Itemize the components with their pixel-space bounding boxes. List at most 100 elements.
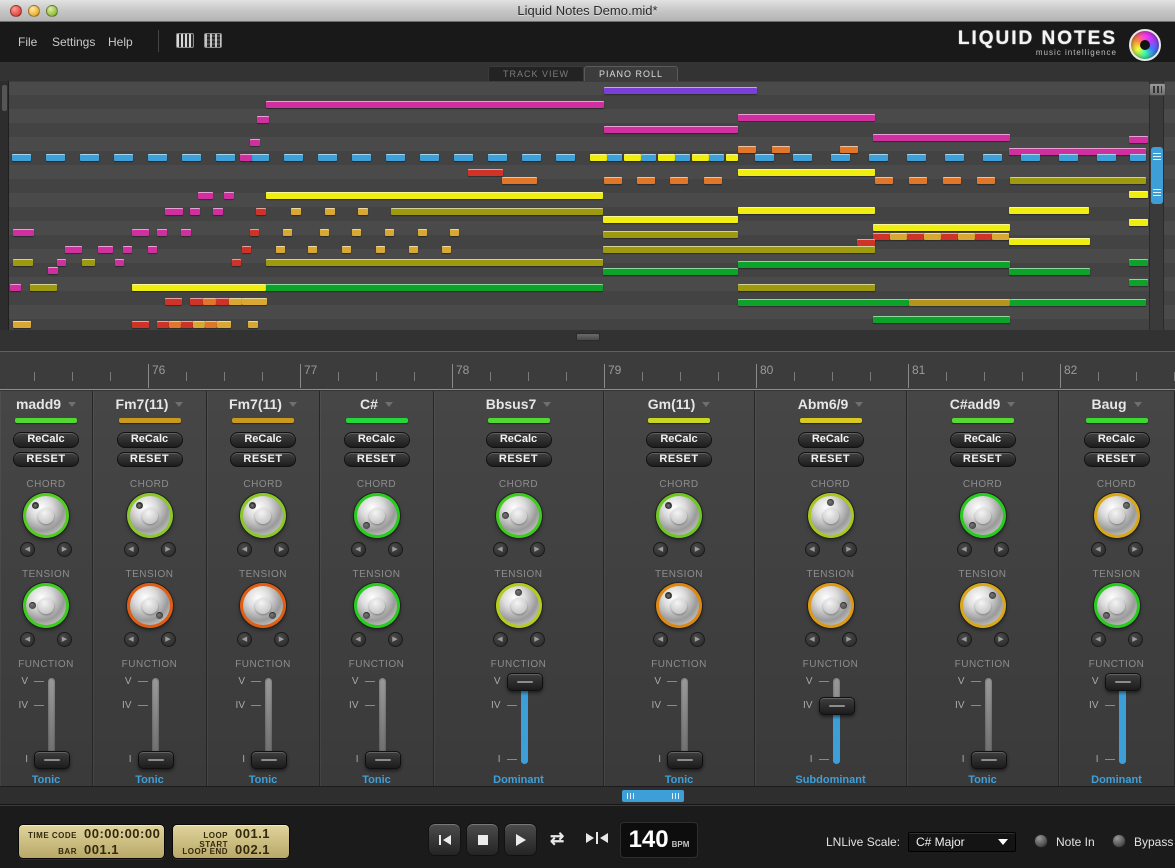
recalc-button[interactable]: ReCalc <box>1084 432 1150 448</box>
midi-note[interactable] <box>1059 154 1078 161</box>
slider-handle[interactable] <box>667 751 703 769</box>
tension-knob[interactable] <box>127 583 173 628</box>
chord-next-button[interactable]: ▶ <box>994 542 1009 557</box>
midi-note[interactable] <box>318 154 337 161</box>
midi-note[interactable] <box>873 233 890 240</box>
midi-note[interactable] <box>977 177 995 184</box>
midi-note[interactable] <box>624 154 641 161</box>
midi-note[interactable] <box>30 284 57 291</box>
tension-next-button[interactable]: ▶ <box>57 632 72 647</box>
recalc-button[interactable]: ReCalc <box>646 432 712 448</box>
tension-next-button[interactable]: ▶ <box>994 632 1009 647</box>
midi-note[interactable] <box>308 246 317 253</box>
timeline-ruler[interactable]: 76777879808182 <box>0 352 1175 390</box>
midi-note[interactable] <box>1097 154 1116 161</box>
midi-note[interactable] <box>670 177 688 184</box>
midi-note[interactable] <box>98 246 113 253</box>
function-slider[interactable]: VIVI <box>637 672 721 770</box>
midi-note[interactable] <box>709 154 724 161</box>
chord-knob[interactable] <box>23 493 69 538</box>
midi-note[interactable] <box>873 224 1010 231</box>
tension-prev-button[interactable]: ◀ <box>237 632 252 647</box>
chord-prev-button[interactable]: ◀ <box>237 542 252 557</box>
midi-note[interactable] <box>726 154 738 161</box>
midi-note[interactable] <box>256 208 266 215</box>
chord-prev-button[interactable]: ◀ <box>124 542 139 557</box>
midi-note[interactable] <box>738 284 875 291</box>
midi-note[interactable] <box>738 146 756 153</box>
midi-note[interactable] <box>637 177 655 184</box>
tension-next-button[interactable]: ▶ <box>388 632 403 647</box>
tension-prev-button[interactable]: ◀ <box>653 632 668 647</box>
slider-handle[interactable] <box>34 751 70 769</box>
slider-handle[interactable] <box>507 673 543 691</box>
midi-note[interactable] <box>248 321 258 328</box>
chord-knob[interactable] <box>1094 493 1140 538</box>
midi-note[interactable] <box>831 154 850 161</box>
recalc-button[interactable]: ReCalc <box>344 432 410 448</box>
chord-name[interactable]: Gm(11) <box>648 396 710 412</box>
rewind-button[interactable] <box>428 823 461 856</box>
midi-note[interactable] <box>1009 238 1090 245</box>
slider-handle[interactable] <box>819 697 855 715</box>
chord-knob[interactable] <box>240 493 286 538</box>
function-slider[interactable]: VIVI <box>221 672 305 770</box>
function-slider[interactable]: VIVI <box>477 672 561 770</box>
midi-note[interactable] <box>983 154 1002 161</box>
midi-note[interactable] <box>590 154 607 161</box>
menu-settings[interactable]: Settings <box>52 35 95 49</box>
midi-note[interactable] <box>181 321 193 328</box>
midi-note[interactable] <box>242 298 267 305</box>
midi-note[interactable] <box>556 154 575 161</box>
midi-note[interactable] <box>603 268 738 275</box>
midi-note[interactable] <box>65 246 82 253</box>
midi-note[interactable] <box>169 321 181 328</box>
tension-next-button[interactable]: ▶ <box>274 632 289 647</box>
midi-note[interactable] <box>232 259 241 266</box>
midi-note[interactable] <box>755 154 774 161</box>
midi-note[interactable] <box>114 154 133 161</box>
stop-button[interactable] <box>466 823 499 856</box>
chord-name[interactable]: C#add9 <box>950 396 1016 412</box>
slider-handle[interactable] <box>251 751 287 769</box>
midi-note[interactable] <box>450 229 459 236</box>
tension-knob[interactable] <box>23 583 69 628</box>
midi-note[interactable] <box>240 154 252 161</box>
midi-note[interactable] <box>57 259 66 266</box>
midi-note[interactable] <box>1010 177 1146 184</box>
midi-note[interactable] <box>772 146 790 153</box>
tension-next-button[interactable]: ▶ <box>161 632 176 647</box>
midi-note[interactable] <box>203 298 216 305</box>
midi-note[interactable] <box>907 154 926 161</box>
function-slider[interactable]: VIVI <box>789 672 873 770</box>
bpm-display[interactable]: 140 BPM <box>620 822 698 858</box>
midi-note[interactable] <box>250 229 259 236</box>
tension-knob[interactable] <box>656 583 702 628</box>
midi-note[interactable] <box>869 154 888 161</box>
midi-note[interactable] <box>857 239 875 246</box>
midi-note[interactable] <box>224 192 234 199</box>
midi-note[interactable] <box>873 134 1010 141</box>
midi-note[interactable] <box>12 154 31 161</box>
midi-note[interactable] <box>873 316 1010 323</box>
chord-next-button[interactable]: ▶ <box>274 542 289 557</box>
horizontal-scrollbar[interactable] <box>0 786 1175 805</box>
midi-note[interactable] <box>488 154 507 161</box>
chord-next-button[interactable]: ▶ <box>842 542 857 557</box>
midi-note[interactable] <box>13 259 33 266</box>
chord-next-button[interactable]: ▶ <box>690 542 705 557</box>
chord-name[interactable]: C# <box>360 396 393 412</box>
midi-note[interactable] <box>13 321 31 328</box>
tension-prev-button[interactable]: ◀ <box>20 632 35 647</box>
recalc-button[interactable]: ReCalc <box>117 432 183 448</box>
tension-knob[interactable] <box>1094 583 1140 628</box>
vertical-scrollbar[interactable] <box>1149 81 1164 330</box>
midi-note[interactable] <box>603 216 738 223</box>
tension-knob[interactable] <box>808 583 854 628</box>
chord-knob[interactable] <box>960 493 1006 538</box>
chord-prev-button[interactable]: ◀ <box>957 542 972 557</box>
midi-note[interactable] <box>352 229 361 236</box>
midi-note[interactable] <box>738 114 875 121</box>
midi-note[interactable] <box>10 284 21 291</box>
midi-note[interactable] <box>181 229 191 236</box>
